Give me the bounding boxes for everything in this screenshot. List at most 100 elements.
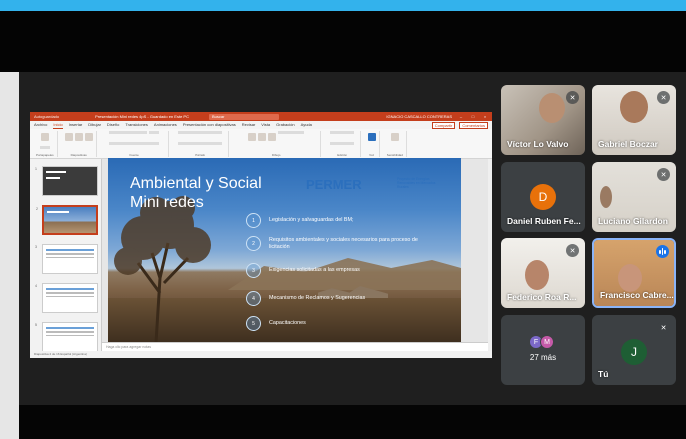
ppt-menu-bar: Archivo Inicio Insertar Dibujar Diseño T… bbox=[30, 121, 492, 129]
arrange-icon[interactable] bbox=[258, 133, 267, 141]
bullet-text: Legislación y salvaguardas del BM; bbox=[269, 217, 354, 223]
search-box[interactable]: Buscar bbox=[208, 113, 279, 120]
bullet-number: 3 bbox=[246, 263, 261, 278]
menu-revisar[interactable]: Revisar bbox=[242, 121, 256, 129]
vertical-scrollbar[interactable] bbox=[488, 159, 492, 351]
person-head bbox=[539, 93, 565, 123]
menu-transiciones[interactable]: Transiciones bbox=[125, 121, 148, 129]
ribbon-group-editing[interactable]: Edición bbox=[325, 131, 361, 157]
bullet-number: 1 bbox=[246, 213, 261, 228]
slide-thumbnail[interactable]: 5 bbox=[35, 322, 98, 352]
mic-off-icon: ✕ bbox=[566, 244, 579, 257]
notes-pane[interactable]: Haga clic para agregar notas bbox=[102, 342, 492, 351]
current-slide: Ambiental y Social Mini redes PERMER Pro… bbox=[108, 158, 461, 342]
new-slide-icon[interactable] bbox=[64, 133, 73, 141]
more-count: 27 más bbox=[529, 353, 557, 362]
ribbon-group-drawing[interactable]: Dibujo bbox=[233, 131, 321, 157]
menu-diseno[interactable]: Diseño bbox=[107, 121, 119, 129]
autosave-toggle[interactable]: Autoguardado bbox=[34, 112, 59, 121]
top-dark-band bbox=[0, 11, 686, 72]
participant-tile[interactable]: ✕ Víctor Lo Valvo bbox=[501, 85, 585, 155]
close-icon[interactable]: × bbox=[482, 112, 488, 121]
top-accent-bar bbox=[0, 0, 686, 11]
permer-logo: PERMER bbox=[306, 177, 362, 192]
menu-ayuda[interactable]: Ayuda bbox=[301, 121, 312, 129]
shapes-icon[interactable] bbox=[248, 133, 257, 141]
ppt-title-bar: Autoguardado Presentación Mini redes 4pS… bbox=[30, 112, 492, 121]
more-avatars: F M bbox=[529, 335, 554, 349]
menu-vista[interactable]: Vista bbox=[261, 121, 270, 129]
quick-styles-icon[interactable] bbox=[268, 133, 277, 141]
bullet-text: Exigencias solicitadas a las empresas bbox=[269, 267, 360, 273]
slide-title-line1: Ambiental y Social bbox=[130, 175, 262, 192]
self-tile[interactable]: J ✕ Tú bbox=[592, 315, 676, 385]
permer-logo-subtitle: Proyecto de Energías Renovables en Merca… bbox=[397, 177, 436, 189]
speaking-indicator-icon bbox=[656, 245, 669, 258]
avatar: D bbox=[530, 184, 556, 210]
reuse-slide-icon[interactable] bbox=[74, 133, 83, 141]
share-button[interactable]: Compartir bbox=[431, 121, 456, 129]
bullet-text: Mecanismo de Reclamos y Sugerencias bbox=[269, 295, 366, 301]
menu-archivo[interactable]: Archivo bbox=[34, 121, 47, 129]
mic-off-icon: ✕ bbox=[566, 91, 579, 104]
slide-thumbnail[interactable]: 1 bbox=[35, 166, 98, 196]
ribbon-group-sensitivity[interactable]: Sensibilidad bbox=[384, 131, 407, 157]
more-participants-tile[interactable]: F M 27 más bbox=[501, 315, 585, 385]
menu-presentacion[interactable]: Presentación con diapositivas bbox=[183, 121, 236, 129]
ribbon-group-voice[interactable]: Voz bbox=[365, 131, 380, 157]
bullet-text: Requisitos ambientales y sociales necesa… bbox=[269, 236, 418, 250]
maximize-icon[interactable]: □ bbox=[470, 112, 476, 121]
slide-title: Ambiental y Social Mini redes bbox=[130, 174, 262, 212]
layout-icon[interactable] bbox=[84, 133, 93, 141]
minimize-icon[interactable]: – bbox=[458, 112, 464, 121]
ribbon-group-slides[interactable]: Diapositivas bbox=[62, 131, 97, 157]
sensitivity-icon[interactable] bbox=[390, 133, 399, 141]
dictate-icon[interactable] bbox=[367, 133, 376, 141]
bullet-number: 5 bbox=[246, 316, 261, 331]
ribbon-group-paragraph[interactable]: Párrafo bbox=[173, 131, 229, 157]
person-head bbox=[620, 91, 648, 123]
user-name: IGNACIO CASCALLO CONTRERAS bbox=[386, 114, 452, 119]
status-bar: Diapositiva 2 de 16 Español (Argentina) bbox=[30, 351, 492, 358]
paste-icon[interactable] bbox=[40, 133, 49, 141]
bottom-band bbox=[19, 405, 686, 439]
participant-tile[interactable]: D Daniel Ruben Fe... bbox=[501, 162, 585, 232]
slide-thumbnail-selected[interactable]: 2 bbox=[36, 205, 98, 235]
avatar: J bbox=[621, 339, 647, 365]
document-name: Presentación Mini redes 4pS - Guardado e… bbox=[95, 114, 189, 119]
bullet-text: Capacitaciones bbox=[269, 320, 306, 326]
ribbon-group-clipboard[interactable]: Portapapeles bbox=[33, 131, 58, 157]
slide-thumbnail[interactable]: 3 bbox=[35, 244, 98, 274]
mic-off-icon: ✕ bbox=[657, 91, 670, 104]
menu-grabacion[interactable]: Grabación bbox=[276, 121, 294, 129]
comments-button[interactable]: Comentarios bbox=[459, 121, 488, 129]
mic-off-icon: ✕ bbox=[657, 168, 670, 181]
participant-name: Gabriel Boczar bbox=[598, 139, 658, 149]
participant-tile[interactable]: ✕ Luciano Gilardon bbox=[592, 162, 676, 232]
bullet-item: 5 Capacitaciones bbox=[246, 316, 419, 331]
bullet-item: 1 Legislación y salvaguardas del BM; bbox=[246, 213, 419, 228]
bullet-number: 4 bbox=[246, 291, 261, 306]
participant-tile[interactable]: ✕ Gabriel Boczar bbox=[592, 85, 676, 155]
participant-name: Luciano Gilardon bbox=[598, 216, 668, 226]
slide-thumbnail-panel[interactable]: 1 2 3 4 5 6 bbox=[30, 159, 102, 352]
ribbon-group-font[interactable]: Fuente bbox=[101, 131, 169, 157]
bullet-item: 3 Exigencias solicitadas a las empresas bbox=[246, 263, 419, 278]
bullet-item: 4 Mecanismo de Reclamos y Sugerencias bbox=[246, 291, 419, 306]
menu-inicio[interactable]: Inicio bbox=[53, 121, 63, 129]
mic-off-icon: ✕ bbox=[657, 321, 670, 334]
participant-tile[interactable]: ✕ Federico Roa R... bbox=[501, 238, 585, 308]
menu-animaciones[interactable]: Animaciones bbox=[154, 121, 177, 129]
person-head bbox=[600, 186, 612, 208]
avatar: M bbox=[540, 335, 554, 349]
menu-dibujar[interactable]: Dibujar bbox=[88, 121, 101, 129]
ppt-ribbon: Portapapeles Diapositivas Fuente Párrafo… bbox=[30, 129, 492, 159]
participant-name: Francisco Cabre... bbox=[600, 290, 674, 300]
participant-name: Tú bbox=[598, 369, 609, 379]
left-strip bbox=[0, 72, 19, 439]
slide-thumbnail[interactable]: 4 bbox=[35, 283, 98, 313]
participant-name: Daniel Ruben Fe... bbox=[507, 216, 581, 226]
person-head bbox=[525, 260, 549, 290]
menu-insertar[interactable]: Insertar bbox=[69, 121, 83, 129]
participant-tile-speaking[interactable]: Francisco Cabre... bbox=[592, 238, 676, 308]
